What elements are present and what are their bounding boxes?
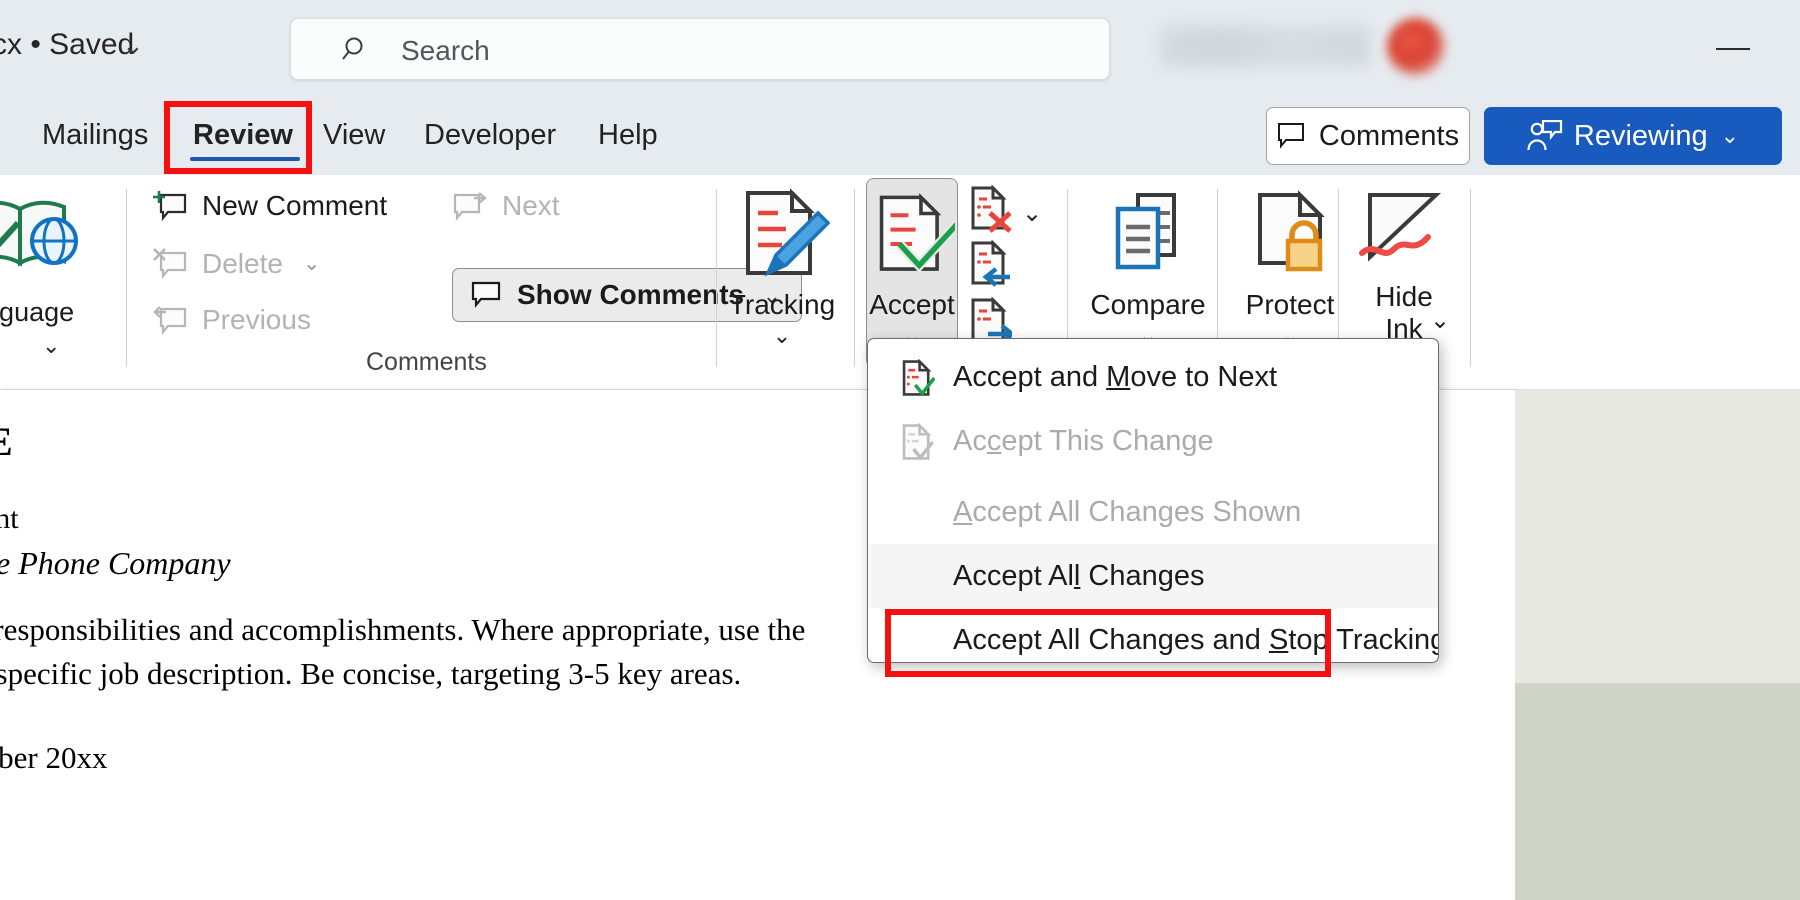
comments-button-label: Comments [1318, 119, 1460, 152]
group-divider [126, 189, 127, 367]
delete-comment-button[interactable]: Delete [152, 241, 283, 287]
chevron-down-icon: ⌄ [1720, 123, 1740, 148]
group-divider [1470, 189, 1471, 367]
new-comment-icon [153, 191, 187, 222]
tracking-label: Tracking [728, 289, 836, 320]
accept-change-icon [879, 193, 955, 273]
menu-item-accept-all-changes-and-stop-tracking[interactable]: Accept All Changes and Stop Tracking [869, 608, 1439, 662]
previous-comment-label: Previous [202, 304, 311, 335]
document-line-1: rent [0, 502, 19, 535]
comment-icon [471, 281, 501, 309]
delete-comment-icon [153, 248, 187, 280]
next-comment-label: Next [502, 190, 560, 221]
chevron-down-icon[interactable]: ⌄ [1430, 306, 1450, 335]
document-line-4: e specific job description. Be concise, … [0, 656, 742, 691]
tab-developer[interactable]: Developer [424, 109, 556, 161]
book-globe-icon [0, 200, 78, 267]
chevron-down-icon: ⌄ [42, 333, 61, 358]
menu-item-label: Accept All Changes and Stop Tracking [953, 623, 1439, 656]
accept-this-change-icon [902, 423, 934, 461]
new-comment-button[interactable]: New Comment [152, 183, 387, 229]
user-name-blurred [1160, 25, 1370, 67]
menu-item-label: Accept All Changes [953, 559, 1205, 592]
track-changes-icon [746, 188, 830, 277]
title-bar: cx • Saved ⌄ Search [0, 0, 1800, 95]
tab-review[interactable]: Review [193, 109, 293, 161]
tracking-button[interactable]: Tracking ⌄ [722, 179, 842, 364]
search-placeholder: Search [401, 35, 490, 66]
language-button-label: Language [0, 297, 75, 327]
search-icon [342, 37, 363, 60]
tab-view[interactable]: View [323, 109, 385, 161]
comments-group-label: Comments [366, 348, 487, 376]
delete-comment-label: Delete [202, 248, 283, 279]
comment-icon [1277, 123, 1304, 149]
previous-comment-button[interactable]: Previous [152, 297, 311, 343]
menu-item-label: Accept This Change [953, 424, 1214, 457]
new-comment-label: New Comment [202, 190, 388, 221]
document-title: cx • Saved [0, 28, 135, 61]
menu-item-accept-all-changes-shown[interactable]: Accept All Changes Shown [869, 480, 1438, 544]
minimize-button[interactable] [1706, 28, 1762, 68]
ribbon-tab-strip: Mailings Review View Developer Help Comm… [0, 95, 1800, 175]
protect-button[interactable]: Protect ⌄ [1228, 179, 1352, 364]
search-input[interactable]: Search [290, 18, 1110, 80]
hide-ink-icon [1359, 193, 1442, 262]
chevron-down-icon[interactable]: ⌄ [303, 251, 321, 276]
avatar[interactable] [1387, 18, 1445, 76]
menu-item-accept-all-changes[interactable]: Accept All Changes [869, 544, 1438, 608]
reviewing-button-label: Reviewing [1573, 119, 1708, 152]
accept-label: Accept [869, 289, 955, 320]
hide-ink-button[interactable]: Hide Ink [1348, 179, 1460, 364]
next-comment-button[interactable]: Next [452, 183, 560, 229]
chevron-down-icon[interactable]: ⌄ [122, 30, 144, 61]
accept-dropdown-menu: Accept and Move to Next Accept This Chan… [867, 338, 1439, 663]
comments-pane-button[interactable]: Comments [1266, 107, 1470, 165]
reviewing-mode-button[interactable]: Reviewing ⌄ [1484, 107, 1782, 165]
menu-item-label: Accept and Move to Next [953, 360, 1278, 393]
chevron-down-icon: ⌄ [772, 323, 792, 348]
protect-document-icon [1258, 190, 1325, 272]
previous-comment-icon [153, 306, 187, 336]
chevron-down-icon[interactable]: ⌄ [1022, 199, 1042, 228]
menu-item-accept-and-move-to-next[interactable]: Accept and Move to Next [869, 345, 1438, 409]
group-divider [716, 189, 717, 367]
compare-documents-icon [1115, 193, 1176, 270]
menu-item-label: Accept All Changes Shown [953, 495, 1302, 528]
hide-ink-label-line1: Hide [1375, 281, 1433, 312]
compare-label: Compare [1090, 289, 1206, 320]
show-comments-label: Show Comments [517, 279, 745, 310]
protect-label: Protect [1245, 289, 1335, 320]
person-comment-icon [1527, 120, 1562, 151]
document-heading: E [0, 418, 13, 465]
document-line-2: he Phone Company [0, 545, 231, 581]
previous-change-icon[interactable] [968, 240, 1012, 288]
next-comment-icon [453, 192, 487, 222]
tab-mailings[interactable]: Mailings [42, 109, 148, 161]
accept-move-next-icon [902, 359, 935, 397]
tab-help[interactable]: Help [598, 109, 658, 161]
reject-change-icon[interactable] [968, 185, 1012, 233]
active-tab-underline [190, 157, 300, 161]
word-window: cx • Saved ⌄ Search Mailings Review View… [0, 0, 1800, 900]
group-divider [854, 189, 855, 367]
document-line-3: y responsibilities and accomplishments. … [0, 612, 806, 647]
document-line-5: mber 20xx [0, 740, 108, 775]
page-background [1515, 390, 1800, 900]
compare-button[interactable]: Compare ⌄ [1082, 179, 1214, 364]
menu-item-accept-this-change[interactable]: Accept This Change [869, 409, 1438, 473]
